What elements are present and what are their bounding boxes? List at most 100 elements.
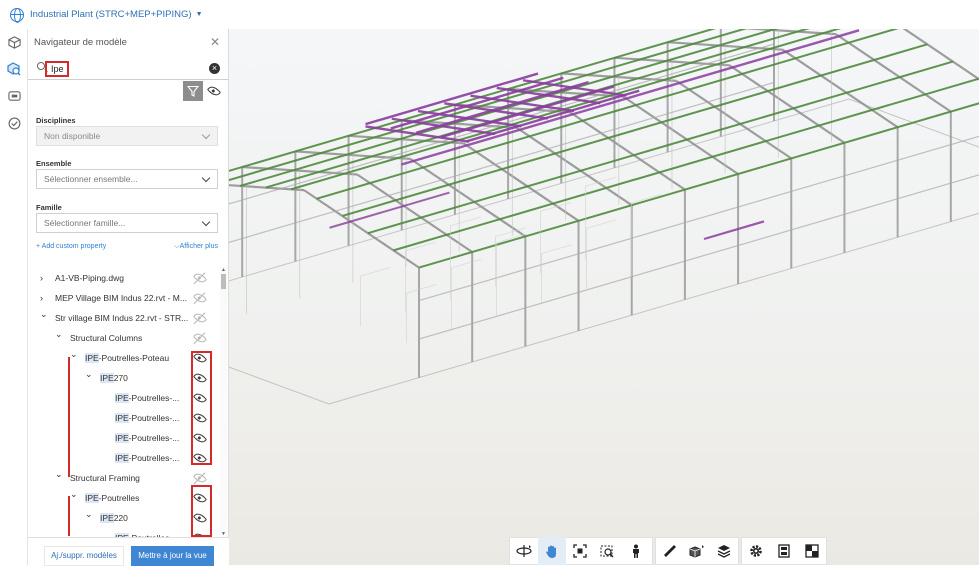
tree-row-label: IPE-Poutrelles-...: [115, 413, 180, 423]
eye-off-icon[interactable]: [192, 470, 208, 486]
equipment: [451, 258, 482, 269]
filter-icon: [187, 85, 199, 97]
rafter: [902, 29, 979, 81]
rafter: [782, 48, 899, 129]
annotation-box: [191, 485, 212, 537]
cube-icon[interactable]: [7, 35, 21, 49]
tree-row-label: IPE-Poutrelles-Poteau: [85, 353, 170, 363]
disciplines-select: Non disponible: [36, 126, 218, 146]
top-bar: Industrial Plant (STRC+MEP+PIPING) ▼: [0, 0, 979, 29]
famille-label: Famille: [36, 203, 62, 212]
panel-header: Navigateur de modèle ✕: [28, 29, 229, 56]
purlin: [418, 102, 979, 269]
project-title[interactable]: Industrial Plant (STRC+MEP+PIPING): [30, 9, 192, 20]
section-box-icon[interactable]: [683, 537, 710, 565]
zoom-window-icon[interactable]: [594, 537, 622, 565]
famille-select[interactable]: Sélectionner famille...: [36, 213, 218, 233]
chevron-down-icon[interactable]: ⌄: [70, 344, 78, 364]
tree-row-label: A1-VB-Piping.dwg: [55, 273, 124, 283]
globe-icon: [10, 7, 24, 23]
comments-icon[interactable]: [7, 89, 21, 103]
check-icon[interactable]: [7, 116, 21, 130]
purlin: [239, 29, 779, 187]
fullscreen-icon[interactable]: [798, 537, 826, 565]
chevron-down-icon[interactable]: ⌄: [55, 324, 63, 344]
rafter: [728, 64, 846, 144]
model-browser-panel: Navigateur de modèle ✕ Ipe × Disciplines…: [28, 29, 229, 566]
building-model[interactable]: [229, 29, 979, 565]
chevron-down-icon: [201, 217, 211, 227]
chevron-down-icon: [201, 173, 211, 183]
add-remove-models-button[interactable]: Aj./suppr. modèles: [44, 546, 124, 566]
update-view-button[interactable]: Mettre à jour la vue: [131, 546, 214, 566]
tree-row-label: IPE-Poutrelles-...: [115, 393, 180, 403]
chevron-down-icon[interactable]: ⌄: [70, 484, 78, 504]
disciplines-value: Non disponible: [44, 131, 101, 141]
tree-row-label: MEP Village BIM Indus 22.rvt - M...: [55, 293, 187, 303]
equipment: [450, 216, 481, 227]
ensemble-label: Ensemble: [36, 159, 72, 168]
equipment: [360, 266, 391, 277]
tree-row[interactable]: › A1-VB-Piping.dwg: [28, 268, 220, 288]
side-rail: [418, 135, 979, 302]
panel-title: Navigateur de modèle: [34, 37, 127, 48]
left-rail: [0, 29, 28, 565]
ground-edge: [229, 98, 850, 282]
tree-row-label: Structural Columns: [70, 333, 143, 343]
settings-toolbar: [741, 537, 827, 565]
property-links: + Add custom property ⌵Afficher plus: [36, 243, 218, 250]
ensemble-select[interactable]: Sélectionner ensemble...: [36, 169, 218, 189]
purlin: [229, 29, 717, 172]
purlin: [393, 77, 979, 252]
chevron-down-icon[interactable]: ▼: [196, 11, 203, 18]
chevron-down-icon[interactable]: ⌄: [40, 304, 48, 324]
tree-row-label: IPE270: [100, 373, 128, 383]
show-more-link[interactable]: ⌵Afficher plus: [174, 243, 218, 251]
tree-scrollbar[interactable]: ▲ ▼: [220, 267, 227, 537]
eye-off-icon[interactable]: [192, 310, 208, 326]
tree-row-label: IPE-Poutrelles: [115, 528, 169, 537]
eye-off-icon[interactable]: [192, 330, 208, 346]
chevron-down-icon[interactable]: ⌄: [85, 504, 93, 524]
3d-viewport[interactable]: [229, 29, 979, 565]
layers-icon[interactable]: [711, 537, 738, 565]
visibility-toggle-icon[interactable]: [206, 83, 222, 99]
selected-beam: [329, 191, 450, 229]
orbit-icon[interactable]: [510, 537, 538, 565]
chevron-down-icon: [201, 130, 211, 140]
tree-row-label: Structural Framing: [70, 473, 140, 483]
first-person-icon[interactable]: [622, 537, 650, 565]
ensemble-placeholder: Sélectionner ensemble...: [44, 174, 138, 184]
pan-hand-icon[interactable]: [538, 537, 566, 565]
add-custom-property-link[interactable]: + Add custom property: [36, 243, 106, 250]
fit-view-icon[interactable]: [566, 537, 594, 565]
tree-row-label: IPE220: [100, 513, 128, 523]
equipment: [406, 283, 437, 294]
filter-button[interactable]: [183, 81, 203, 101]
search-input[interactable]: Ipe: [45, 61, 69, 77]
model-browser-icon[interactable]: [7, 62, 21, 76]
ground-edge: [229, 366, 330, 405]
clear-search-icon[interactable]: ×: [209, 63, 220, 74]
eye-off-icon[interactable]: [192, 270, 208, 286]
search-icon: [37, 62, 45, 70]
tree-row-label: IPE-Poutrelles-...: [115, 453, 180, 463]
tools-toolbar: [655, 537, 739, 565]
chevron-down-icon[interactable]: ⌄: [55, 464, 63, 484]
navigation-toolbar: [509, 537, 653, 565]
equipment: [541, 244, 572, 255]
tree-row[interactable]: › MEP Village BIM Indus 22.rvt - M...: [28, 288, 220, 308]
selected-beam: [703, 220, 765, 241]
chevron-down-icon[interactable]: ⌄: [85, 364, 93, 384]
tree-row[interactable]: ⌄ Structural Columns: [28, 328, 220, 348]
properties-icon[interactable]: [770, 537, 798, 565]
measure-icon[interactable]: [656, 537, 683, 565]
annotation-line: [68, 496, 70, 536]
tree-row-label: IPE-Poutrelles: [85, 493, 140, 503]
tree-row-label: IPE-Poutrelles-...: [115, 433, 180, 443]
eye-off-icon[interactable]: [192, 290, 208, 306]
settings-gear-icon[interactable]: [742, 537, 770, 565]
chevron-right-icon[interactable]: ›: [40, 268, 43, 288]
close-icon[interactable]: ✕: [210, 35, 220, 49]
famille-placeholder: Sélectionner famille...: [44, 218, 126, 228]
